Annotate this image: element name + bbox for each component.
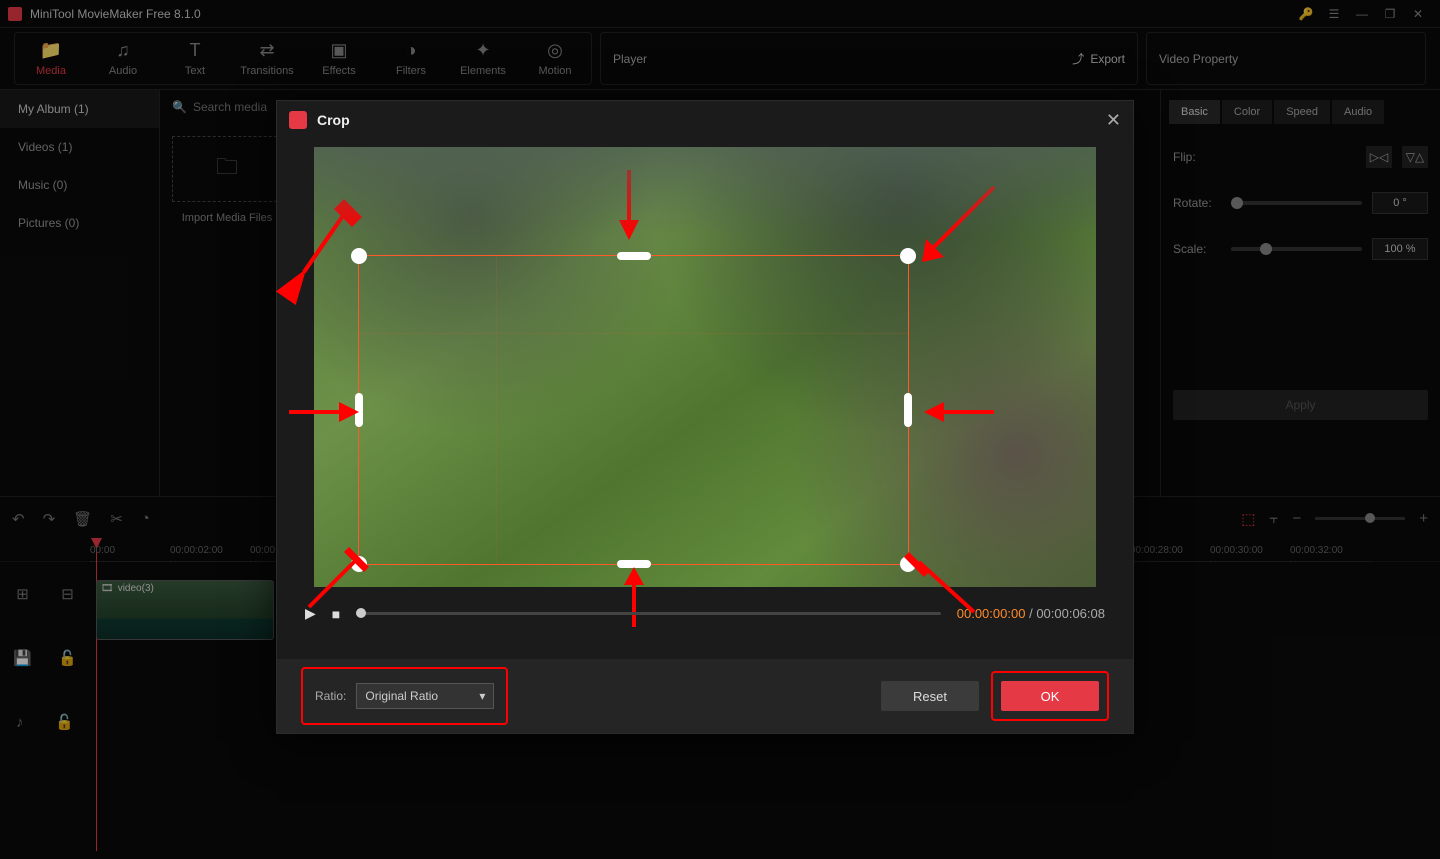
ratio-group: Ratio: Original Ratio ▾ (301, 667, 508, 725)
crop-grid (359, 256, 908, 564)
annotation-arrow-r (919, 392, 999, 432)
annotation-arrow-l (284, 392, 364, 432)
ok-highlight: OK (991, 671, 1109, 721)
annotation-arrow-t (609, 165, 649, 245)
modal-close-icon[interactable]: ✕ (1106, 110, 1121, 131)
ok-button[interactable]: OK (1001, 681, 1099, 711)
annotation-arrow-b (614, 567, 654, 637)
crop-handle-bottom-right[interactable] (900, 556, 916, 572)
crop-preview[interactable] (314, 147, 1096, 587)
stop-icon[interactable]: ■ (332, 606, 340, 622)
crop-handle-right[interactable] (904, 393, 912, 427)
seek-slider[interactable] (356, 612, 941, 615)
time-current: 00:00:00:00 (957, 606, 1026, 621)
ratio-select[interactable]: Original Ratio ▾ (356, 683, 494, 709)
crop-handle-bottom-left[interactable] (351, 556, 367, 572)
modal-backdrop: Crop ✕ (0, 0, 1440, 859)
crop-handle-top-left[interactable] (351, 248, 367, 264)
crop-modal: Crop ✕ (276, 100, 1134, 734)
crop-rectangle[interactable] (358, 255, 909, 565)
chevron-down-icon: ▾ (479, 689, 485, 703)
crop-handle-top-right[interactable] (900, 248, 916, 264)
modal-logo-icon (289, 111, 307, 129)
play-icon[interactable]: ▶ (305, 605, 316, 622)
time-total: 00:00:06:08 (1036, 606, 1105, 621)
crop-handle-left[interactable] (355, 393, 363, 427)
crop-handle-bottom[interactable] (617, 560, 651, 568)
ratio-label: Ratio: (315, 689, 346, 703)
modal-footer: Ratio: Original Ratio ▾ Reset OK (277, 659, 1133, 733)
timecode: 00:00:00:00 / 00:00:06:08 (957, 606, 1105, 621)
annotation-arrow-tr (914, 177, 1004, 267)
crop-handle-top[interactable] (617, 252, 651, 260)
modal-title: Crop (317, 112, 350, 128)
reset-button[interactable]: Reset (881, 681, 979, 711)
modal-playbar: ▶ ■ 00:00:00:00 / 00:00:06:08 (277, 605, 1133, 622)
